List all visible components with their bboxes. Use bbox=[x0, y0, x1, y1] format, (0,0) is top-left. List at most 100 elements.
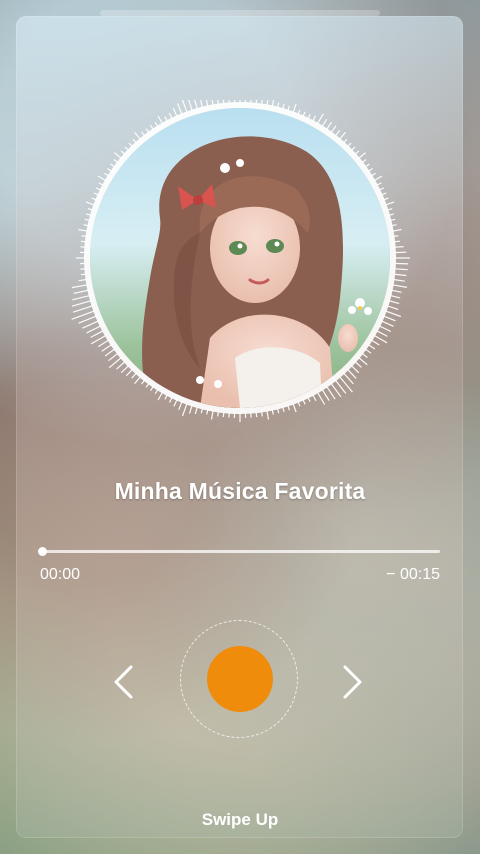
visualizer-bar bbox=[228, 411, 230, 418]
visualizer-bar bbox=[370, 339, 380, 346]
visualizer-bar bbox=[389, 218, 396, 222]
visualizer-bar bbox=[188, 100, 193, 112]
visualizer-bar bbox=[311, 393, 317, 402]
visualizer-bar bbox=[271, 408, 274, 415]
visualizer-bar bbox=[330, 125, 337, 134]
visualizer-bar bbox=[125, 368, 134, 377]
visualizer-bar bbox=[276, 102, 280, 109]
visualizer-bar bbox=[168, 112, 174, 120]
visualizer-bar bbox=[338, 131, 346, 141]
visualizer-bar bbox=[350, 364, 360, 374]
visualizer-bar bbox=[168, 396, 174, 403]
visualizer-bar bbox=[71, 284, 89, 289]
visualizer-bar bbox=[392, 235, 399, 238]
visualizer-bar bbox=[357, 356, 368, 366]
visualizer-bar bbox=[325, 121, 333, 131]
visualizer-bar bbox=[353, 360, 362, 368]
visualizer-bar bbox=[233, 100, 236, 105]
visualizer-bar bbox=[80, 273, 87, 276]
visualizer-bar bbox=[205, 100, 209, 108]
visualizer-bar bbox=[244, 100, 247, 105]
play-button[interactable] bbox=[207, 646, 273, 712]
visualizer-bar bbox=[392, 278, 405, 282]
visualizer-bar bbox=[276, 407, 280, 414]
visualizer-bar bbox=[384, 201, 395, 206]
visualizer-bar bbox=[375, 329, 388, 337]
visualizer-bar bbox=[292, 402, 297, 413]
progress-bar[interactable] bbox=[38, 547, 440, 556]
visualizer-bar bbox=[382, 197, 389, 201]
visualizer-bar bbox=[181, 100, 188, 114]
visualizer-bar bbox=[316, 113, 324, 125]
visualizer-bar bbox=[222, 411, 225, 418]
visualizer-bar bbox=[393, 240, 400, 243]
visualizer-bar bbox=[82, 320, 100, 329]
previous-button[interactable] bbox=[102, 660, 146, 704]
visualizer-bar bbox=[80, 246, 87, 248]
visualizer-bar bbox=[217, 100, 220, 106]
visualizer-bar bbox=[97, 175, 107, 182]
visualizer-bar bbox=[178, 400, 183, 411]
visualizer-bar bbox=[73, 289, 90, 294]
visualizer-bar bbox=[378, 324, 392, 333]
visualizer-bar bbox=[393, 262, 409, 265]
visualizer-bar bbox=[370, 172, 377, 177]
visualizer-bar bbox=[393, 268, 408, 271]
visualizer-bar bbox=[85, 201, 96, 206]
visualizer-bar bbox=[266, 100, 269, 107]
visualizer-bar bbox=[108, 352, 119, 362]
visualizer-bar bbox=[386, 305, 399, 310]
visualizer-bar bbox=[302, 111, 306, 118]
visualizer-bar bbox=[98, 182, 105, 187]
visualizer-bar bbox=[141, 379, 146, 385]
visualizer-bar bbox=[228, 100, 230, 105]
visualizer-bar bbox=[386, 208, 393, 211]
visualizer-bar bbox=[391, 228, 402, 232]
visualizer-bar bbox=[86, 213, 93, 217]
chevron-right-icon bbox=[343, 665, 362, 699]
visualizer-bar bbox=[80, 268, 87, 270]
swipe-up-hint[interactable]: Swipe Up bbox=[0, 810, 480, 830]
visualizer-bar bbox=[91, 197, 98, 201]
visualizer-bar bbox=[287, 105, 290, 112]
visualizer-bar bbox=[200, 407, 204, 414]
visualizer-bar bbox=[321, 388, 330, 401]
visualizer-bar bbox=[101, 343, 113, 352]
visualizer-bar bbox=[210, 409, 214, 420]
visualizer-bar bbox=[306, 396, 311, 403]
visualizer-bar bbox=[104, 348, 116, 357]
visualizer-bar bbox=[350, 146, 356, 152]
visualizer-bar bbox=[338, 375, 353, 393]
visualizer-bar bbox=[95, 187, 102, 192]
visualizer-bar bbox=[292, 103, 297, 114]
next-button[interactable] bbox=[330, 660, 374, 704]
progress-handle[interactable] bbox=[38, 547, 47, 556]
visualizer-bar bbox=[72, 305, 94, 313]
visualizer-bar bbox=[83, 224, 90, 227]
album-cover bbox=[90, 108, 390, 408]
visualizer-bar bbox=[271, 100, 275, 108]
elapsed-time: 00:00 bbox=[40, 566, 81, 583]
visualizer-bar bbox=[172, 107, 178, 118]
visualizer-bar bbox=[80, 240, 87, 243]
visualizer-bar bbox=[384, 310, 402, 318]
visualizer-bar bbox=[199, 100, 204, 109]
visualizer-bar bbox=[387, 299, 400, 305]
visualizer-bar bbox=[353, 150, 360, 156]
visualizer-bar bbox=[84, 218, 91, 222]
visualizer-bar bbox=[334, 130, 341, 137]
visualizer-bar bbox=[211, 100, 214, 107]
visualizer-bar bbox=[71, 299, 93, 307]
visualizer-bar bbox=[150, 125, 155, 131]
visualizer-bar bbox=[81, 235, 88, 238]
visualizer-bar bbox=[124, 146, 130, 152]
visualizer-bar bbox=[342, 138, 348, 145]
visualizer-bar bbox=[150, 385, 155, 391]
visualizer-bar bbox=[120, 150, 127, 156]
visualizer-bar bbox=[250, 411, 252, 418]
visualizer-bar bbox=[206, 408, 209, 415]
visualizer-bar bbox=[110, 163, 116, 168]
visualizer-bar bbox=[382, 315, 396, 322]
visualizer-bar bbox=[114, 152, 123, 160]
song-title: Minha Música Favorita bbox=[114, 478, 366, 504]
